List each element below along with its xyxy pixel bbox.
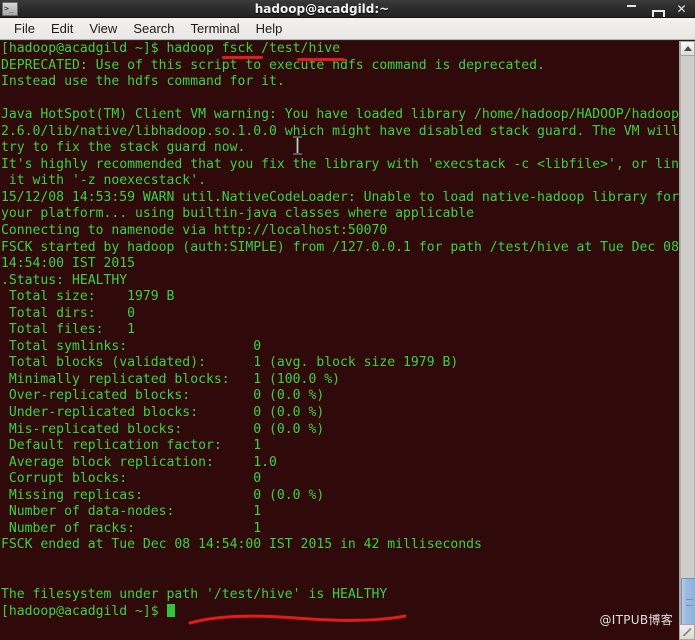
terminal-line: DEPRECATED: Use of this script to execut…: [1, 57, 545, 73]
terminal-line: Number of racks: 1: [1, 520, 262, 536]
menu-search[interactable]: Search: [125, 20, 182, 37]
terminal-cursor: [166, 603, 175, 617]
menu-edit[interactable]: Edit: [43, 20, 81, 37]
watermark: @ITPUB博客: [599, 613, 673, 627]
terminal-window: hadoop@acadgild:~ ✕ File Edit View Searc…: [0, 0, 695, 640]
terminal-line: FSCK ended at Tue Dec 08 14:54:00 IST 20…: [1, 537, 482, 553]
terminal-line: 15/12/08 14:53:59 WARN util.NativeCodeLo…: [1, 189, 679, 205]
terminal-line: Average block replication: 1.0: [1, 454, 277, 470]
terminal-line: 14:54:00 IST 2015: [1, 256, 136, 272]
window-controls: ✕: [626, 3, 695, 17]
terminal-line: The filesystem under path '/test/hive' i…: [1, 587, 388, 603]
terminal-prompt-text: [hadoop@acadgild ~]$: [1, 603, 167, 619]
window-title: hadoop@acadgild:~: [254, 1, 390, 16]
terminal-line: it with '-z noexecstack'.: [1, 173, 206, 189]
terminal-line: Mis-replicated blocks: 0 (0.0 %): [1, 421, 325, 437]
terminal-line: 2.6.0/lib/native/libhadoop.so.1.0.0 whic…: [1, 123, 679, 139]
terminal-line: Corrupt blocks: 0: [1, 471, 262, 487]
scrollbar-track[interactable]: [680, 56, 695, 625]
terminal-line: Default replication factor: 1: [1, 438, 262, 454]
terminal-line: Over-replicated blocks: 0 (0.0 %): [1, 388, 325, 404]
menu-help[interactable]: Help: [248, 20, 291, 37]
window-titlebar[interactable]: hadoop@acadgild:~ ✕: [0, 0, 695, 18]
menubar: File Edit View Search Terminal Help: [0, 18, 695, 40]
terminal-line: your platform... using builtin-java clas…: [1, 206, 474, 222]
terminal-line: Minimally replicated blocks: 1 (100.0 %): [1, 371, 340, 387]
menu-view[interactable]: View: [81, 20, 125, 37]
terminal-output-area[interactable]: [hadoop@acadgild ~]$ hadoop fsck /test/h…: [0, 41, 679, 640]
terminal-line: [hadoop@acadgild ~]$ hadoop fsck /test/h…: [1, 41, 340, 56]
terminal-text: [hadoop@acadgild ~]$ hadoop fsck /test/h…: [1, 41, 679, 620]
scroll-up-arrow-icon[interactable]: [680, 41, 695, 56]
terminal-line: Under-replicated blocks: 0 (0.0 %): [1, 405, 325, 421]
menu-terminal[interactable]: Terminal: [183, 20, 248, 37]
terminal-line: Java HotSpot(TM) Client VM warning: You …: [1, 107, 679, 123]
vertical-scrollbar[interactable]: [679, 41, 695, 640]
terminal-line: Total blocks (validated): 1 (avg. block …: [1, 355, 459, 371]
close-button[interactable]: ✕: [676, 3, 687, 15]
terminal-icon: [2, 1, 18, 16]
terminal-line: Instead use the hdfs command for it.: [1, 74, 285, 90]
window-resize-grip[interactable]: [679, 624, 695, 640]
terminal-line: Missing replicas: 0 (0.0 %): [1, 487, 325, 503]
terminal-line: Connecting to namenode via http://localh…: [1, 223, 388, 239]
terminal-line: Total dirs: 0: [1, 305, 136, 321]
scrollbar-thumb[interactable]: [681, 578, 695, 625]
menu-file[interactable]: File: [6, 20, 43, 37]
terminal-prompt-line[interactable]: [hadoop@acadgild ~]$: [1, 603, 679, 621]
terminal-line: FSCK started by hadoop (auth:SIMPLE) fro…: [1, 239, 679, 255]
terminal-line: .Status: HEALTHY: [1, 272, 128, 288]
terminal-line: try to fix the stack guard now.: [1, 140, 246, 156]
terminal-line: Total symlinks: 0: [1, 338, 262, 354]
terminal-line: Total size: 1979 B: [1, 289, 175, 305]
terminal-line: Total files: 1: [1, 322, 136, 338]
terminal-line: It's highly recommended that you fix the…: [1, 156, 679, 172]
terminal-line: Number of data-nodes: 1: [1, 504, 262, 520]
